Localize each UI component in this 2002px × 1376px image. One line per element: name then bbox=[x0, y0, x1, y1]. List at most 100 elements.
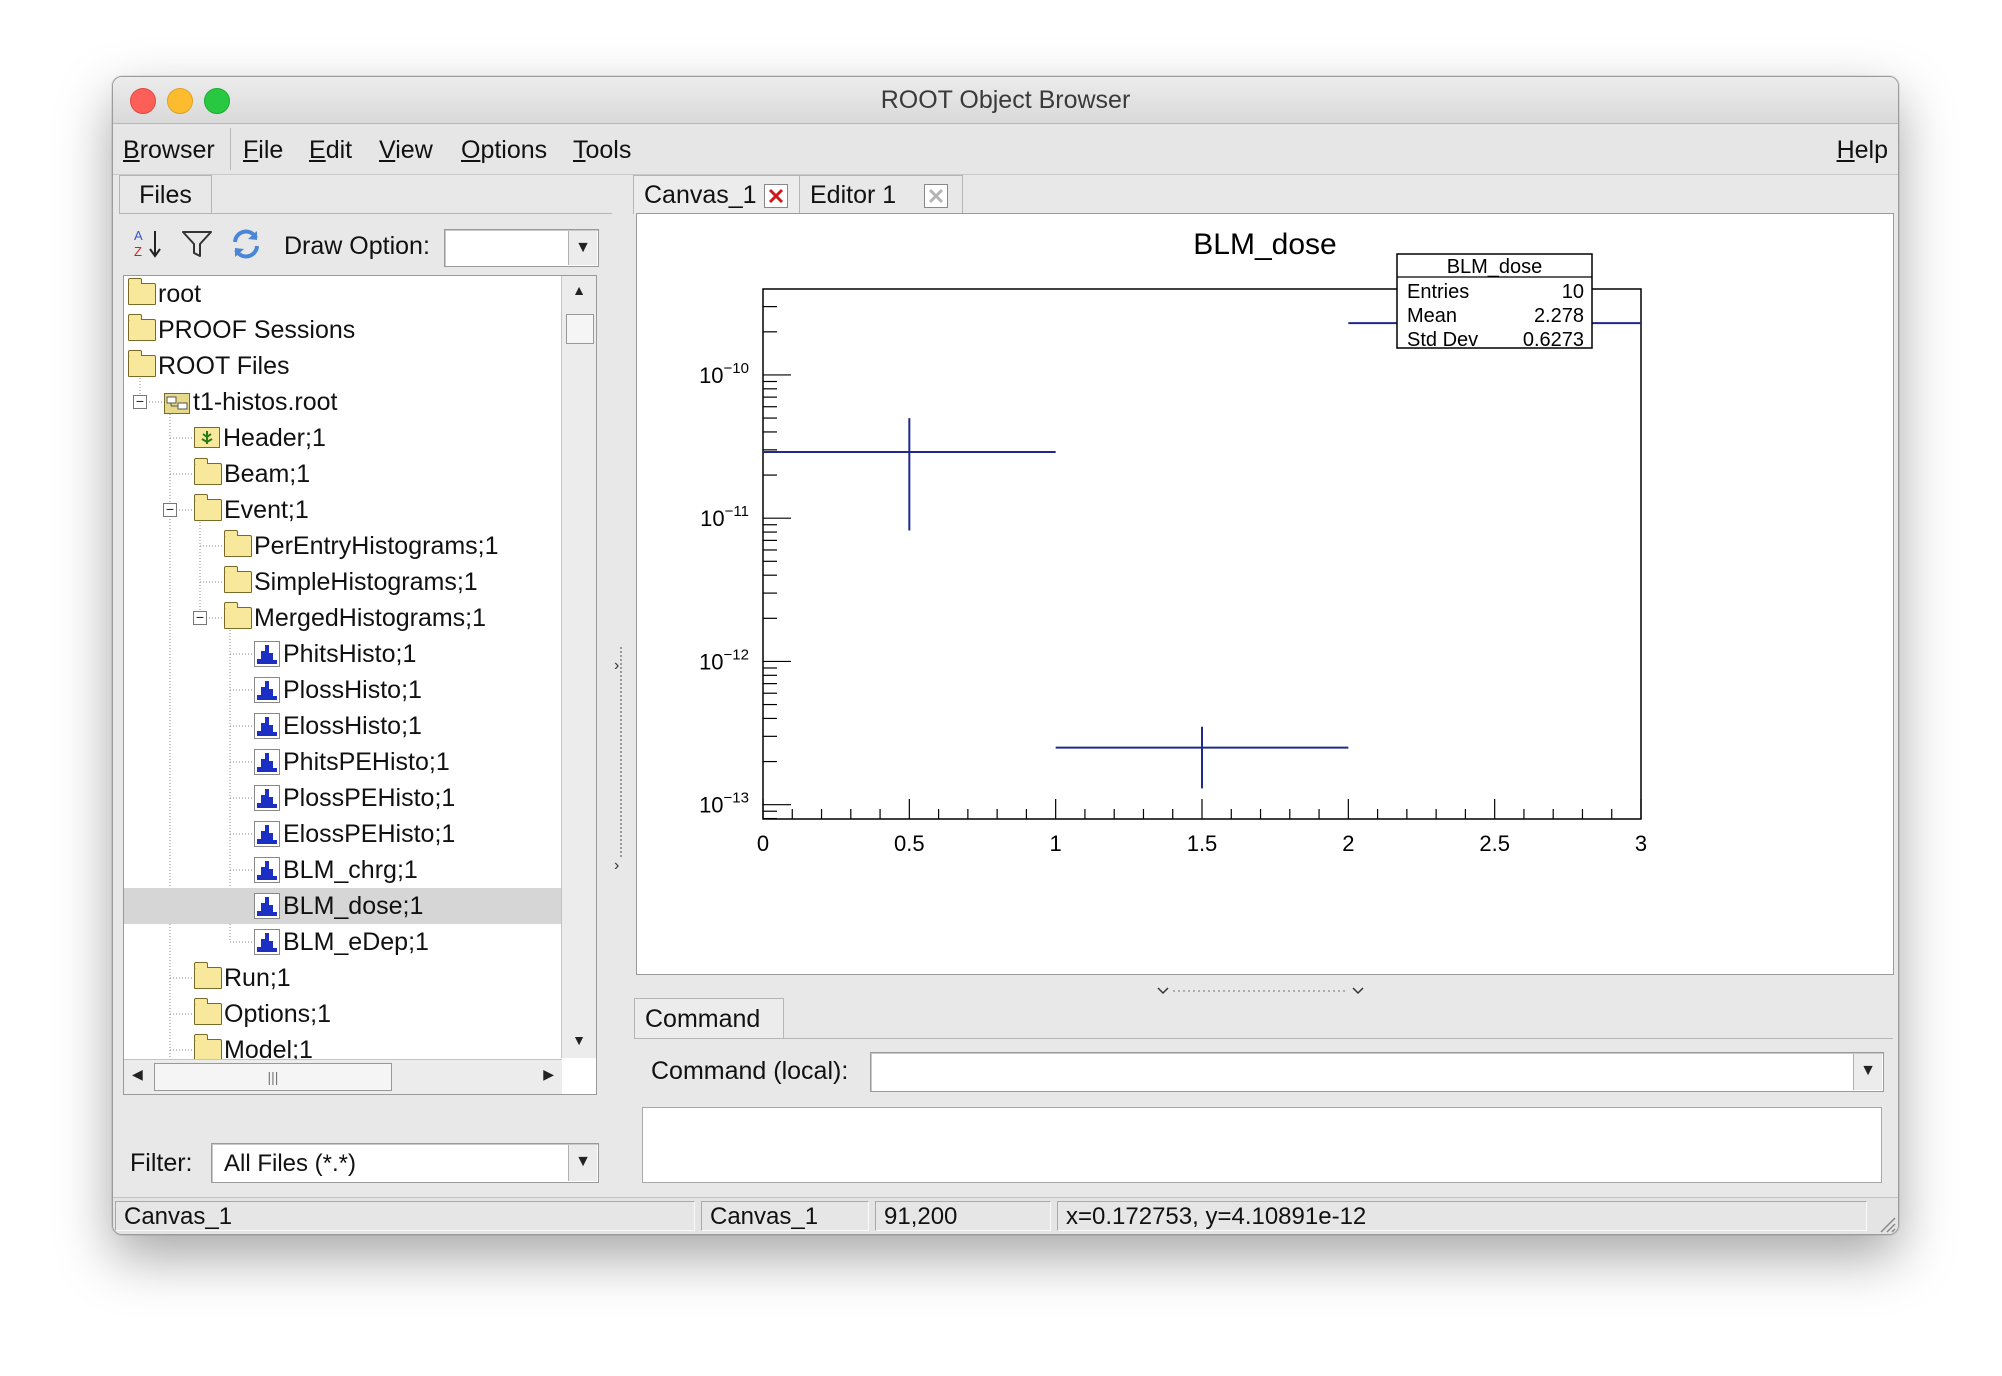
tree-item[interactable]: PlossHisto;1 bbox=[124, 672, 562, 708]
tab-command[interactable]: Command bbox=[634, 998, 784, 1039]
tree-item-label: PlossPEHisto;1 bbox=[283, 784, 456, 812]
close-icon[interactable] bbox=[764, 184, 788, 208]
draw-option-label: Draw Option: bbox=[284, 232, 430, 260]
draw-option-combo[interactable]: ▼ bbox=[444, 229, 599, 267]
tree-item[interactable]: Options;1 bbox=[124, 996, 562, 1032]
collapse-toggle-icon[interactable]: − bbox=[193, 610, 207, 625]
menu-edit-mnemonic: E bbox=[309, 136, 326, 164]
scroll-down-arrow-icon[interactable]: ▼ bbox=[562, 1032, 596, 1052]
title-bar[interactable]: ROOT Object Browser bbox=[113, 77, 1898, 124]
status-canvas-name: Canvas_1 bbox=[115, 1201, 695, 1231]
scroll-right-arrow-icon[interactable]: ▶ bbox=[543, 1066, 554, 1083]
tree-item[interactable]: ElossPEHisto;1 bbox=[124, 816, 562, 852]
filter-icon[interactable] bbox=[181, 229, 213, 259]
folder-icon bbox=[194, 998, 222, 1025]
x-tick-label: 1.5 bbox=[1187, 831, 1218, 856]
tree-item[interactable]: MergedHistograms;1 − bbox=[124, 600, 562, 636]
tree-item[interactable]: Beam;1 bbox=[124, 456, 562, 492]
tree-item-label: Run;1 bbox=[224, 964, 291, 992]
tree-item[interactable]: root bbox=[124, 276, 562, 312]
stats-label: Entries bbox=[1407, 281, 1469, 303]
tree-item-label: BLM_eDep;1 bbox=[283, 928, 429, 956]
menu-view-mnemonic: V bbox=[379, 136, 396, 164]
tree-item[interactable]: PlossPEHisto;1 bbox=[124, 780, 562, 816]
command-output-area[interactable] bbox=[642, 1107, 1882, 1183]
menu-options[interactable]: Options bbox=[461, 136, 547, 165]
filter-combo[interactable]: All Files (*.*) ▼ bbox=[211, 1143, 599, 1183]
tree-item[interactable]: ElossHisto;1 bbox=[124, 708, 562, 744]
open-folder-icon bbox=[224, 602, 252, 629]
tree-item[interactable]: SimpleHistograms;1 bbox=[124, 564, 562, 600]
y-tick-label: 10−12 bbox=[699, 646, 749, 674]
tree-item[interactable]: PROOF Sessions bbox=[124, 312, 562, 348]
tree-icon bbox=[194, 427, 220, 448]
tree-item[interactable]: t1-histos.root − bbox=[124, 384, 562, 420]
menu-view[interactable]: View bbox=[379, 136, 433, 165]
tree-item[interactable]: PhitsHisto;1 bbox=[124, 636, 562, 672]
tree-item[interactable]: BLM_chrg;1 bbox=[124, 852, 562, 888]
chevron-down-icon[interactable]: ▼ bbox=[1853, 1054, 1882, 1090]
tree-item-label: ElossPEHisto;1 bbox=[283, 820, 456, 848]
file-tree: root PROOF Sessions ROOT Files t1-histos.ro… bbox=[123, 275, 597, 1095]
tab-divider bbox=[119, 213, 612, 214]
open-folder-icon bbox=[128, 350, 156, 377]
tree-item[interactable]: ROOT Files bbox=[124, 348, 562, 384]
histogram-icon bbox=[254, 785, 280, 811]
x-tick-label: 0.5 bbox=[894, 831, 925, 856]
status-object-name: Canvas_1 bbox=[701, 1201, 869, 1231]
menu-browser[interactable]: Browser bbox=[123, 136, 215, 165]
sort-icon[interactable]: A Z bbox=[133, 227, 163, 261]
histogram-icon bbox=[254, 893, 280, 919]
vertical-splitter[interactable]: › › bbox=[614, 177, 626, 1217]
tree-vertical-scrollbar[interactable]: ▲ ▼ bbox=[561, 276, 596, 1058]
histogram-icon bbox=[254, 857, 280, 883]
scroll-up-arrow-icon[interactable]: ▲ bbox=[562, 282, 596, 302]
command-input[interactable]: ▼ bbox=[870, 1052, 1884, 1092]
tree-horizontal-scrollbar[interactable]: ◀ ||| ▶ bbox=[124, 1059, 562, 1094]
open-folder-icon bbox=[194, 494, 222, 521]
splitter-grip bbox=[620, 647, 623, 857]
filter-value: All Files (*.*) bbox=[224, 1150, 357, 1177]
menu-edit[interactable]: Edit bbox=[309, 136, 352, 165]
histogram-icon bbox=[254, 713, 280, 739]
refresh-icon[interactable] bbox=[229, 227, 263, 261]
close-icon[interactable] bbox=[924, 184, 948, 208]
tree-item-label: Beam;1 bbox=[224, 460, 311, 488]
canvas-area[interactable]: BLM_dose 0 0.5 1 1.5 2 2.5 3 10−10 10−11 10−12 10−1… bbox=[636, 213, 1894, 975]
scroll-left-arrow-icon[interactable]: ◀ bbox=[132, 1066, 143, 1083]
resize-grip-icon[interactable] bbox=[1876, 1213, 1896, 1233]
tree-item[interactable]: PhitsPEHisto;1 bbox=[124, 744, 562, 780]
collapse-toggle-icon[interactable]: − bbox=[133, 394, 147, 409]
tree-item[interactable]: Event;1 − bbox=[124, 492, 562, 528]
tab-files[interactable]: Files bbox=[119, 175, 212, 214]
tree-item-label: PROOF Sessions bbox=[158, 316, 356, 344]
chevron-right-icon[interactable]: › bbox=[614, 657, 619, 675]
x-tick-label: 2 bbox=[1342, 831, 1354, 856]
chevron-down-icon[interactable]: ▼ bbox=[568, 231, 597, 265]
scroll-thumb[interactable] bbox=[566, 314, 594, 344]
tree-item[interactable]: BLM_dose;1 bbox=[124, 888, 562, 924]
collapse-toggle-icon[interactable]: − bbox=[163, 502, 177, 517]
tree-item-label: BLM_chrg;1 bbox=[283, 856, 418, 884]
menu-file-label: ile bbox=[258, 136, 284, 164]
folder-icon bbox=[194, 962, 222, 989]
window-title: ROOT Object Browser bbox=[880, 86, 1131, 114]
horizontal-splitter[interactable] bbox=[633, 986, 1883, 996]
chevron-right-icon[interactable]: › bbox=[614, 857, 619, 875]
chevron-down-icon[interactable]: ▼ bbox=[568, 1145, 597, 1181]
stats-label: Std Dev bbox=[1407, 329, 1478, 351]
menu-tools[interactable]: Tools bbox=[573, 136, 631, 165]
tree-item[interactable]: PerEntryHistograms;1 bbox=[124, 528, 562, 564]
tree-item[interactable]: BLM_eDep;1 bbox=[124, 924, 562, 960]
scroll-thumb-horizontal[interactable]: ||| bbox=[154, 1063, 392, 1091]
tree-item[interactable]: Header;1 bbox=[124, 420, 562, 456]
histogram-chart[interactable]: BLM_dose0 0.5 1 1.5 2 2.5 310−1010−1110−1210−1… bbox=[637, 214, 1893, 974]
tab-editor-1[interactable]: Editor 1 bbox=[799, 175, 963, 214]
menu-file[interactable]: File bbox=[243, 136, 283, 165]
tab-canvas-1[interactable]: Canvas_1 bbox=[633, 175, 800, 214]
tree-item-label: ROOT Files bbox=[158, 352, 290, 380]
folder-icon bbox=[194, 1034, 222, 1061]
tree-item-label: MergedHistograms;1 bbox=[254, 604, 487, 632]
menu-help[interactable]: Help bbox=[1837, 136, 1888, 165]
tree-item[interactable]: Run;1 bbox=[124, 960, 562, 996]
